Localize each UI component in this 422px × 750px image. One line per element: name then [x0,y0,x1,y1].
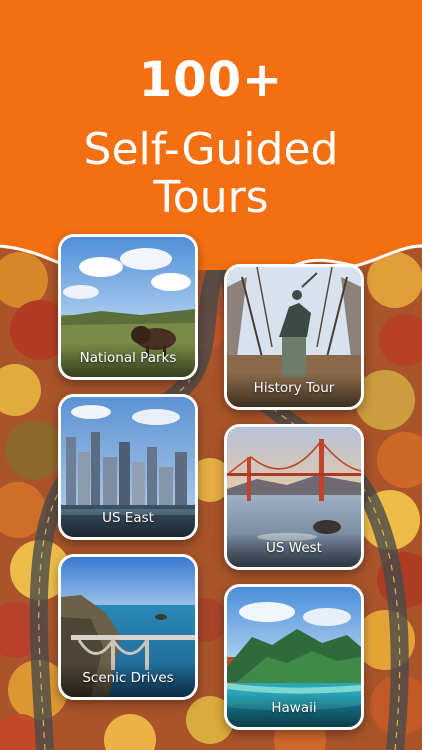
tour-card-hawaii[interactable]: Hawaii [224,584,364,730]
tour-card-label: US East [61,503,195,537]
app-store-screenshot: 100+ Self-Guided Tours National Parks Hi… [0,0,422,750]
tour-card-label: Scenic Drives [61,663,195,697]
tour-count-headline: 100+ [138,52,284,108]
tour-card-label: US West [227,533,361,567]
tour-card-us-west[interactable]: US West [224,424,364,570]
tour-card-label: History Tour [227,373,361,407]
title-line-2: Tours [153,172,269,223]
title-line-1: Self-Guided [83,124,339,175]
tour-card-national-parks[interactable]: National Parks [58,234,198,380]
tour-card-us-east[interactable]: US East [58,394,198,540]
tour-card-label: Hawaii [227,693,361,727]
tour-card-history-tour[interactable]: History Tour [224,264,364,410]
tour-card-scenic-drives[interactable]: Scenic Drives [58,554,198,700]
tour-card-label: National Parks [61,343,195,377]
